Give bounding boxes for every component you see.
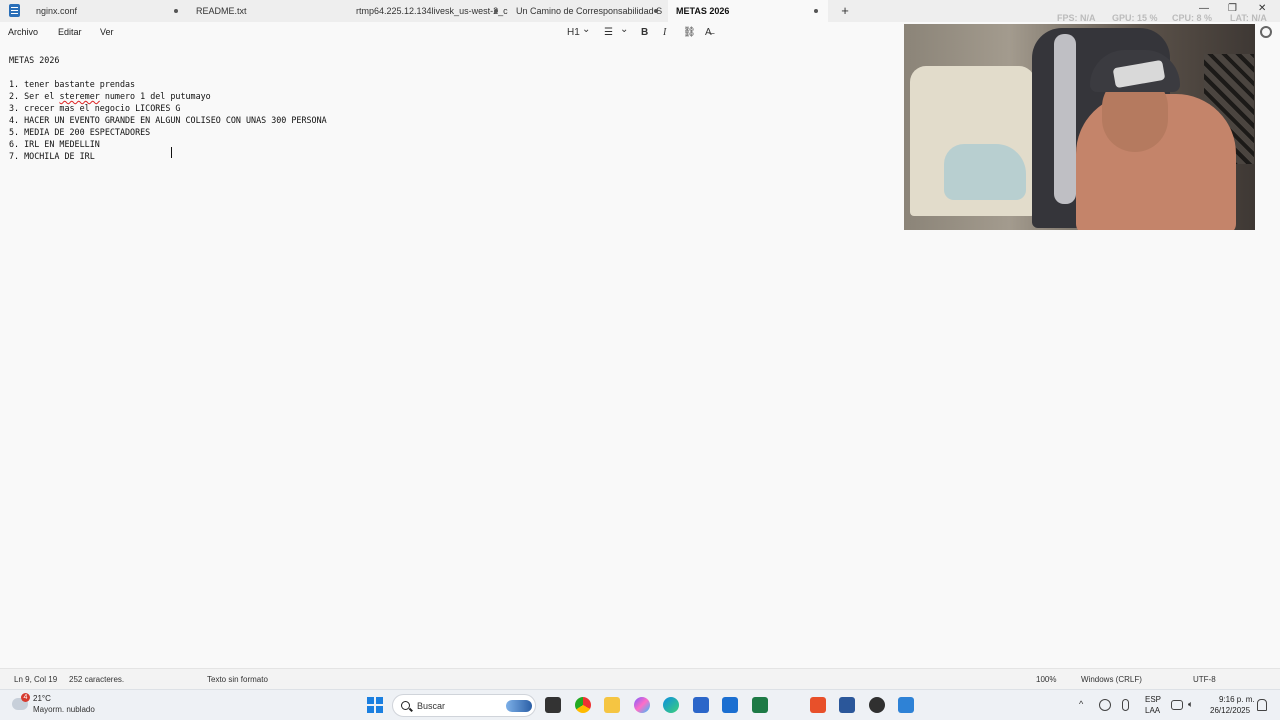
item-text: MEDIA DE 200 ESPECTADORES (24, 127, 151, 137)
search-icon (401, 701, 410, 710)
language-top[interactable]: ESP (1145, 695, 1161, 704)
obs-icon[interactable] (869, 697, 885, 713)
status-bar: Ln 9, Col 19 252 caracteres. Texto sin f… (0, 668, 1280, 689)
tab-label: Un Camino de Corresponsabilidad S (516, 6, 663, 16)
lat-readout: LAT: N/A (1230, 13, 1267, 23)
volume-icon[interactable]: 🔈︎ (1188, 699, 1193, 710)
cpu-readout: CPU: 8 % (1172, 13, 1213, 23)
settings-gear-icon[interactable] (1260, 26, 1272, 38)
weather-badge: 4 (21, 693, 30, 702)
document-title-line: METAS 2026 (9, 55, 60, 65)
list-item: 2. Ser el steremer numero 1 del putumayo (9, 91, 211, 101)
list-button[interactable]: ☰ (604, 27, 613, 38)
tab-label: nginx.conf (36, 6, 78, 16)
list-item: 7. MOCHILA DE IRL (9, 151, 95, 161)
taskbar-search[interactable]: Buscar (392, 694, 536, 717)
tab-label: README.txt (196, 6, 247, 16)
unsaved-dot-icon[interactable] (174, 9, 178, 13)
cursor-position: Ln 9, Col 19 (14, 675, 58, 684)
tab-camino[interactable]: Un Camino de Corresponsabilidad S (508, 0, 668, 22)
italic-button[interactable]: I (663, 27, 666, 38)
chrome-icon[interactable] (575, 697, 591, 713)
list-item: 1. tener bastante prendas (9, 79, 135, 89)
tab-nginx-conf[interactable]: nginx.conf (28, 0, 188, 22)
fps-readout: FPS: N/A (1057, 13, 1096, 23)
webcam-overlay (904, 24, 1255, 230)
network-globe-icon[interactable] (1099, 699, 1111, 711)
list-item: 6. IRL EN MEDELLIN (9, 139, 100, 149)
item-text: MOCHILA DE IRL (24, 151, 95, 161)
item-number: 2. (9, 91, 20, 101)
encoding[interactable]: UTF-8 (1193, 675, 1216, 684)
clock-date[interactable]: 26/12/2025 (1210, 706, 1250, 715)
item-text: crecer mas el negocio LICORES G (24, 103, 181, 113)
word-icon[interactable] (839, 697, 855, 713)
language-bottom[interactable]: LAA (1145, 706, 1160, 715)
menu-editar[interactable]: Editar (58, 27, 82, 37)
list-chevron-icon[interactable]: ⌄ (620, 24, 628, 35)
notepad-taskbar-icon[interactable] (898, 697, 914, 713)
format-indicator[interactable]: Texto sin formato (207, 675, 268, 684)
list-item: 4. HACER UN EVENTO GRANDE EN ALGUN COLIS… (9, 115, 327, 125)
store-icon[interactable] (693, 697, 709, 713)
new-tab-button[interactable]: + (838, 2, 852, 20)
file-explorer-icon[interactable] (604, 697, 620, 713)
unsaved-dot-icon[interactable] (654, 9, 658, 13)
text-cursor-icon (171, 147, 175, 158)
unsaved-dot-icon[interactable] (814, 9, 818, 13)
list-item: 3. crecer mas el negocio LICORES G (9, 103, 180, 113)
weather-desc[interactable]: Mayorm. nublado (33, 705, 95, 714)
menu-ver[interactable]: Ver (100, 27, 114, 37)
tab-metas-2026[interactable]: METAS 2026 (668, 0, 828, 22)
zoom-level[interactable]: 100% (1036, 675, 1056, 684)
item-number: 7. (9, 151, 20, 161)
windows-start-icon[interactable] (367, 697, 383, 713)
item-number: 6. (9, 139, 20, 149)
line-ending[interactable]: Windows (CRLF) (1081, 675, 1142, 684)
tab-label: METAS 2026 (676, 6, 730, 16)
tray-chevron-icon[interactable]: ^ (1079, 699, 1083, 709)
clear-format-icon[interactable]: A̶ (705, 27, 712, 38)
search-highlight-icon (506, 700, 532, 712)
item-number: 5. (9, 127, 20, 137)
character-count: 252 caracteres. (69, 675, 125, 684)
tab-rtmp[interactable]: rtmp64.225.12.134livesk_us-west-2_c (348, 0, 508, 22)
unsaved-dot-icon[interactable] (494, 9, 498, 13)
list-item: 5. MEDIA DE 200 ESPECTADORES (9, 127, 150, 137)
copilot-icon[interactable] (634, 697, 650, 713)
search-placeholder: Buscar (417, 701, 446, 711)
item-text: IRL EN MEDELLIN (24, 139, 100, 149)
item-text: numero 1 del putumayo (99, 91, 211, 101)
gpu-readout: GPU: 15 % (1112, 13, 1158, 23)
item-text: tener bastante prendas (24, 79, 136, 89)
brave-icon[interactable] (810, 697, 826, 713)
excel-icon[interactable] (752, 697, 768, 713)
item-number: 3. (9, 103, 20, 113)
tab-readme[interactable]: README.txt (188, 0, 348, 22)
clock-time[interactable]: 9:16 p. m. (1219, 695, 1255, 704)
display-icon[interactable] (1171, 700, 1183, 710)
heading-button[interactable]: H1 (567, 27, 580, 38)
notepad-app-icon (9, 4, 20, 17)
edge-icon[interactable] (663, 697, 679, 713)
item-text: Ser el (24, 91, 60, 101)
notification-bell-icon[interactable] (1257, 699, 1267, 711)
item-number: 1. (9, 79, 20, 89)
misspelled-word[interactable]: steremer (59, 91, 99, 101)
outlook-icon[interactable] (722, 697, 738, 713)
item-number: 4. (9, 115, 20, 125)
tab-label: rtmp64.225.12.134livesk_us-west-2_c (356, 6, 508, 16)
item-text: HACER UN EVENTO GRANDE EN ALGUN COLISEO … (24, 115, 327, 125)
taskbar: 4 21°C Mayorm. nublado Buscar ^ ESP LAA … (0, 689, 1280, 720)
link-icon[interactable]: ⛓ (683, 27, 696, 38)
heading-chevron-icon[interactable]: ⌄ (582, 24, 590, 35)
task-view-icon[interactable] (545, 697, 561, 713)
menu-archivo[interactable]: Archivo (8, 27, 38, 37)
bold-button[interactable]: B (641, 27, 648, 38)
weather-temp[interactable]: 21°C (33, 694, 51, 703)
microphone-icon[interactable] (1122, 699, 1129, 711)
